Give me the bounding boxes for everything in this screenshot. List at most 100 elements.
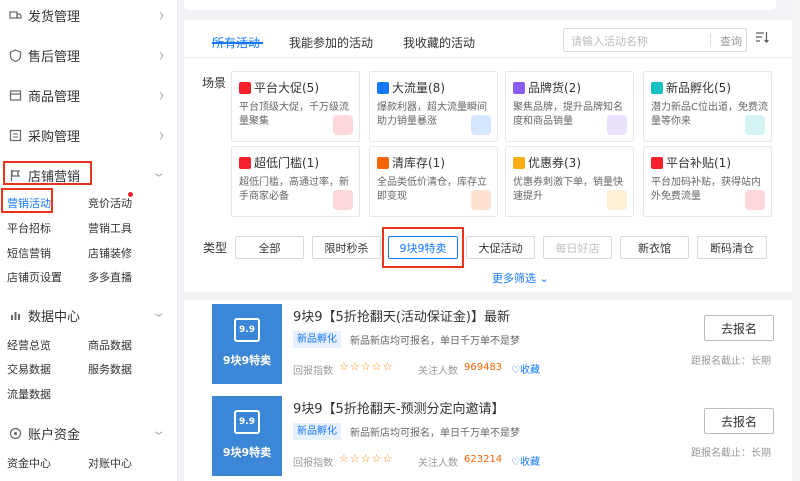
scene-card[interactable]: 平台补贴(1) 平台加码补贴，获得站内外免费流量: [643, 146, 772, 217]
nine-nine-icon: 9.9: [234, 318, 260, 342]
more-filter-link[interactable]: 更多筛选 ⌄: [492, 270, 549, 286]
sidebar-section-label: 售后管理: [28, 49, 81, 65]
sidebar-item-decoration[interactable]: 店铺装修: [88, 245, 132, 261]
sidebar-item-traffic-data[interactable]: 流量数据: [7, 386, 51, 402]
scene-icon: [239, 157, 251, 169]
sidebar-item-sms[interactable]: 短信营销: [7, 245, 51, 261]
sidebar-item-tender[interactable]: 平台招标: [7, 220, 51, 236]
coin-icon: [8, 426, 22, 440]
chevron-down-icon: ›: [148, 172, 171, 178]
activity-title[interactable]: 9块9【5折抢翻天(活动保证金)】最新: [293, 306, 510, 325]
scene-card[interactable]: 超低门槛(1) 超低门槛，高通过率，新手商家必备: [231, 146, 360, 217]
sidebar-section-data[interactable]: 数据中心 ›: [0, 300, 178, 330]
activity-row: 9.9 9块9特卖 9块9【5折抢翻天-预测分定向邀请】 新品孵化 新品新店均可报名，单…: [198, 392, 792, 481]
type-chip[interactable]: 全部: [235, 236, 304, 259]
sidebar-item-funds[interactable]: 资金中心: [7, 455, 51, 471]
scene-title: 大流量(8): [392, 81, 445, 95]
favorite-label: 收藏: [519, 365, 540, 376]
activity-title[interactable]: 9块9【5折抢翻天-预测分定向邀请】: [293, 398, 505, 417]
scene-title: 品牌货(2): [528, 81, 581, 95]
type-chip[interactable]: 新衣馆: [620, 236, 689, 259]
sidebar-item-product-data[interactable]: 商品数据: [88, 337, 132, 353]
scene-decoration-icon: [745, 190, 765, 210]
scene-decoration-icon: [607, 115, 627, 135]
register-button[interactable]: 去报名: [704, 408, 774, 434]
scene-icon: [377, 82, 389, 94]
heart-icon: ♡: [511, 457, 520, 468]
chevron-right-icon: ›: [159, 43, 164, 67]
scene-card[interactable]: 平台大促(5) 平台顶级大促，千万级流量聚集: [231, 71, 360, 142]
sidebar-item-trade-data[interactable]: 交易数据: [7, 361, 51, 377]
favorite-button[interactable]: ♡收藏: [511, 361, 540, 376]
return-index-label: 回报指数: [293, 458, 333, 469]
tab-favorite-activities[interactable]: 我收藏的活动: [403, 34, 475, 51]
scene-icon: [513, 157, 525, 169]
favorite-button[interactable]: ♡收藏: [511, 453, 540, 468]
shield-icon: [8, 48, 22, 62]
thumb-label: 9块9特卖: [222, 354, 272, 367]
scene-card[interactable]: 优惠券(3) 优惠券刺激下单，销量快速提升: [505, 146, 634, 217]
register-button[interactable]: 去报名: [704, 315, 774, 341]
chevron-down-icon: ›: [148, 430, 171, 436]
sidebar-section-products[interactable]: 商品管理 ›: [0, 80, 178, 110]
activity-thumbnail[interactable]: 9.9 9块9特卖: [212, 396, 282, 476]
nine-nine-icon: 9.9: [234, 410, 260, 434]
scene-title: 平台补贴(1): [666, 156, 731, 170]
scene-decoration-icon: [471, 190, 491, 210]
chevron-right-icon: ›: [159, 123, 164, 147]
sidebar-section-purchasing[interactable]: 采购管理 ›: [0, 120, 178, 150]
sidebar-section-label: 发货管理: [28, 9, 81, 25]
scene-title: 平台大促(5): [254, 81, 319, 95]
sidebar-item-service-data[interactable]: 服务数据: [88, 361, 132, 377]
search-button[interactable]: 查询: [720, 33, 742, 49]
highlight-marketing: [3, 161, 92, 185]
thumb-badge: 9.9: [239, 417, 255, 427]
type-chip[interactable]: 断码清仓: [697, 236, 767, 259]
tab-eligible-activities[interactable]: 我能参加的活动: [289, 34, 373, 51]
followers-label: 关注人数: [418, 366, 458, 377]
activity-tag: 新品孵化: [293, 423, 341, 440]
scene-decoration-icon: [471, 115, 491, 135]
search-input[interactable]: 请输入活动名称: [571, 33, 648, 49]
chevron-down-icon: ›: [148, 312, 171, 318]
scene-decoration-icon: [333, 190, 353, 210]
activity-row: 9.9 9块9特卖 9块9【5折抢翻天(活动保证金)】最新 新品孵化 新品新店均可报名，…: [198, 300, 792, 389]
scene-icon: [239, 82, 251, 94]
scene-decoration-icon: [607, 190, 627, 210]
sidebar-section-account[interactable]: 账户资金 ›: [0, 418, 178, 448]
followers-count: 969483: [464, 362, 503, 373]
sidebar-item-tools[interactable]: 营销工具: [88, 220, 132, 236]
scene-card[interactable]: 品牌货(2) 聚焦品牌，提升品牌知名度和商品销量: [505, 71, 634, 142]
scene-card[interactable]: 大流量(8) 爆款利器，超大流量瞬间助力销量暴涨: [369, 71, 498, 142]
sidebar-item-live[interactable]: 多多直播: [88, 269, 132, 285]
favorite-label: 收藏: [519, 457, 540, 468]
sidebar-section-shipping[interactable]: 发货管理 ›: [0, 0, 178, 30]
search-box[interactable]: 请输入活动名称 查询: [563, 28, 747, 52]
sidebar-item-store-settings[interactable]: 店铺页设置: [7, 269, 62, 285]
sidebar-section-aftersale[interactable]: 售后管理 ›: [0, 40, 178, 70]
sort-icon[interactable]: [755, 30, 769, 48]
sidebar-section-label: 账户资金: [28, 427, 81, 443]
sidebar-section-label: 商品管理: [28, 89, 81, 105]
thumb-badge: 9.9: [239, 325, 255, 335]
sidebar-item-reconcile[interactable]: 对账中心: [88, 455, 132, 471]
type-chip[interactable]: 大促活动: [466, 236, 535, 259]
deadline-text: 距报名截止：长期: [691, 448, 771, 459]
scene-card[interactable]: 新品孵化(5) 潜力新品C位出道，免费流量等你来: [643, 71, 772, 142]
sidebar-item-bidding[interactable]: 竞价活动: [88, 195, 132, 211]
sidebar-item-overview[interactable]: 经营总览: [7, 337, 51, 353]
activity-thumbnail[interactable]: 9.9 9块9特卖: [212, 304, 282, 384]
search-separator: [710, 34, 711, 47]
activity-tag: 新品孵化: [293, 331, 341, 348]
scene-card[interactable]: 清库存(1) 全品类低价清仓，库存立即变现: [369, 146, 498, 217]
scrollbar[interactable]: [792, 0, 800, 481]
rating-stars: ☆☆☆☆☆: [339, 360, 394, 373]
followers-label: 关注人数: [418, 458, 458, 469]
scene-title: 清库存(1): [392, 156, 445, 170]
scene-title: 超低门槛(1): [254, 156, 319, 170]
type-label: 类型: [203, 241, 228, 255]
sidebar-section-label: 数据中心: [28, 309, 81, 325]
bar-chart-icon: [8, 308, 22, 322]
type-chip[interactable]: 限时秒杀: [312, 236, 381, 259]
sidebar-section-label: 采购管理: [28, 129, 81, 145]
